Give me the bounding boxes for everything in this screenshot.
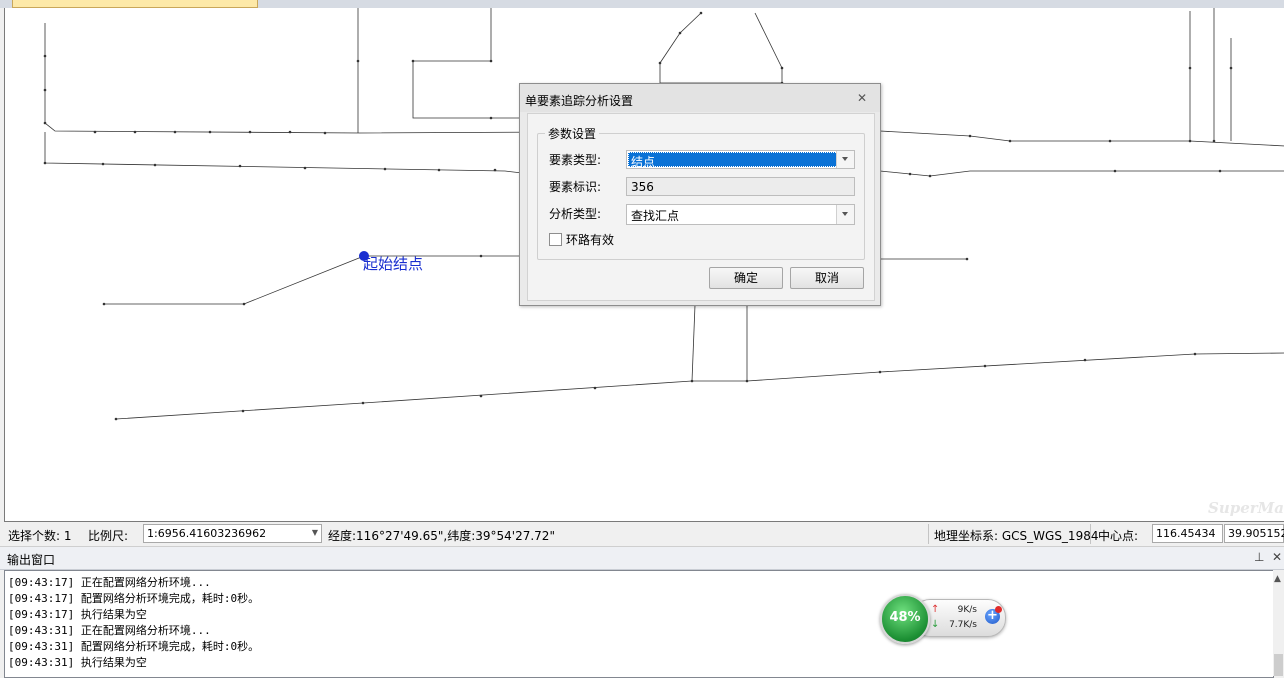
log-line: [09:43:31] 配置网络分析环境完成，耗时:0秒。	[8, 640, 260, 653]
center-lat-field[interactable]: 39.905152	[1224, 524, 1284, 543]
dialog-body: 参数设置 要素类型: 结点 要素标识: 356 分析类型: 查找汇点 环路有效 …	[527, 113, 875, 301]
output-window-header: 输出窗口 ⊥ ✕	[0, 547, 1284, 570]
scale-combo[interactable]: 1:6956.41603236962 ▼	[143, 524, 322, 543]
supermap-watermark: SuperMap	[1208, 499, 1284, 517]
status-bar: 选择个数: 1 比例尺: 1:6956.41603236962 ▼ 经度:116…	[0, 522, 1284, 547]
center-label: 中心点:	[1098, 529, 1139, 543]
parameter-group: 参数设置 要素类型: 结点 要素标识: 356 分析类型: 查找汇点 环路有效	[537, 125, 865, 260]
element-type-value: 结点	[631, 155, 656, 169]
map-document-tab[interactable]	[12, 0, 258, 8]
trace-analysis-dialog: 单要素追踪分析设置 ✕ 参数设置 要素类型: 结点 要素标识: 356 分析类型…	[519, 83, 881, 306]
output-log[interactable]: [09:43:17] 正在配置网络分析环境... [09:43:17] 配置网络…	[4, 570, 1274, 678]
loop-valid-label: 环路有效	[566, 233, 615, 247]
status-separator	[928, 524, 929, 544]
coordinate-system: 地理坐标系: GCS_WGS_1984	[934, 529, 1099, 543]
log-line: [09:43:31] 正在配置网络分析环境...	[8, 624, 211, 637]
cursor-coordinates: 经度:116°27'49.65",纬度:39°54'27.72"	[328, 529, 555, 543]
notification-dot	[995, 606, 1002, 613]
download-speed: 7.7K/s	[949, 620, 977, 630]
pin-icon[interactable]: ⊥	[1254, 550, 1264, 564]
chevron-down-icon[interactable]: ▼	[312, 528, 318, 537]
element-type-label: 要素类型:	[549, 153, 602, 167]
scale-label: 比例尺:	[88, 529, 129, 543]
element-type-select[interactable]: 结点	[626, 150, 855, 169]
loop-valid-checkbox[interactable]	[549, 233, 562, 246]
log-line: [09:43:17] 配置网络分析环境完成，耗时:0秒。	[8, 592, 260, 605]
center-lon-field[interactable]: 116.45434	[1152, 524, 1223, 543]
usage-percent: 48%	[889, 610, 921, 625]
chevron-down-icon[interactable]	[836, 151, 854, 168]
ok-button[interactable]: 确定	[709, 267, 783, 289]
scale-value: 1:6956.41603236962	[147, 527, 267, 540]
element-id-field: 356	[626, 177, 855, 196]
element-id-label: 要素标识:	[549, 180, 602, 194]
output-window-title: 输出窗口	[7, 553, 56, 567]
selected-count: 选择个数: 1	[8, 529, 72, 543]
cancel-button[interactable]: 取消	[790, 267, 864, 289]
status-separator	[1090, 524, 1091, 544]
element-type-selected: 结点	[628, 152, 838, 169]
analysis-type-label: 分析类型:	[549, 207, 602, 221]
output-scrollbar[interactable]: ▲	[1273, 570, 1284, 676]
close-icon[interactable]: ✕	[856, 92, 868, 104]
dialog-titlebar[interactable]: 单要素追踪分析设置 ✕	[520, 84, 880, 112]
dialog-title: 单要素追踪分析设置	[525, 94, 634, 108]
center-lat-value: 39.905152	[1228, 527, 1284, 540]
memory-usage-ball[interactable]: 48%	[880, 594, 930, 644]
chevron-down-icon[interactable]	[836, 205, 854, 224]
scrollbar-thumb[interactable]	[1274, 654, 1283, 676]
upload-speed: 9K/s	[957, 605, 977, 615]
document-tab-strip	[0, 0, 1284, 8]
center-lon-value: 116.45434	[1156, 527, 1216, 540]
network-monitor-widget[interactable]: ↑ 9K/s ↓ 7.7K/s 48% +	[880, 594, 1010, 644]
scroll-up-icon[interactable]: ▲	[1274, 574, 1281, 584]
log-line: [09:43:31] 执行结果为空	[8, 656, 147, 669]
analysis-type-value: 查找汇点	[631, 209, 680, 223]
analysis-type-select[interactable]: 查找汇点	[626, 204, 855, 225]
element-id-value: 356	[631, 180, 654, 194]
log-line: [09:43:17] 执行结果为空	[8, 608, 147, 621]
parameter-group-title: 参数设置	[545, 125, 600, 142]
log-line: [09:43:17] 正在配置网络分析环境...	[8, 576, 211, 589]
start-node-label: 起始结点	[363, 255, 423, 273]
close-icon[interactable]: ✕	[1272, 550, 1282, 564]
